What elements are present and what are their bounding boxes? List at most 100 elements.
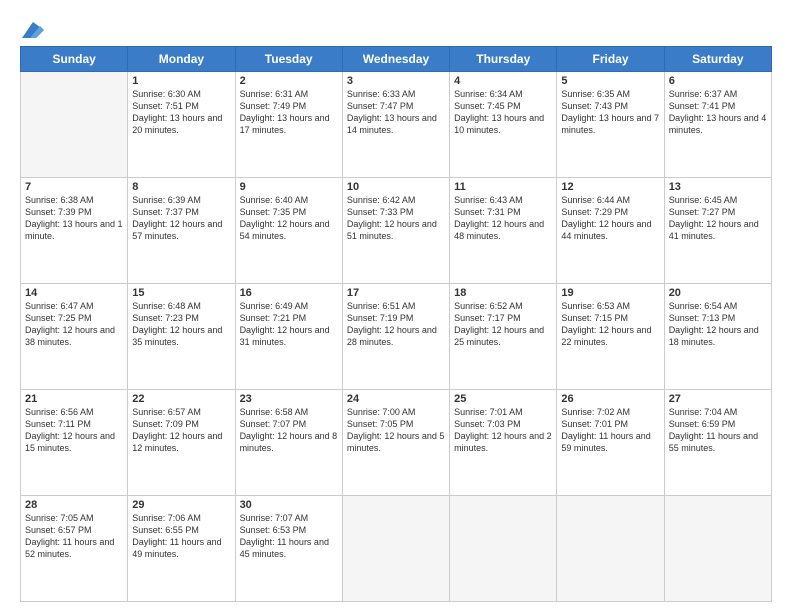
calendar-cell: 14Sunrise: 6:47 AMSunset: 7:25 PMDayligh…	[21, 284, 128, 390]
calendar-cell: 20Sunrise: 6:54 AMSunset: 7:13 PMDayligh…	[664, 284, 771, 390]
cell-details: Sunrise: 6:44 AMSunset: 7:29 PMDaylight:…	[561, 194, 659, 243]
day-number: 29	[132, 499, 230, 511]
cell-details: Sunrise: 6:43 AMSunset: 7:31 PMDaylight:…	[454, 194, 552, 243]
cell-details: Sunrise: 6:42 AMSunset: 7:33 PMDaylight:…	[347, 194, 445, 243]
cell-details: Sunrise: 6:33 AMSunset: 7:47 PMDaylight:…	[347, 88, 445, 137]
day-number: 20	[669, 287, 767, 299]
cell-details: Sunrise: 6:38 AMSunset: 7:39 PMDaylight:…	[25, 194, 123, 243]
cell-details: Sunrise: 6:40 AMSunset: 7:35 PMDaylight:…	[240, 194, 338, 243]
day-number: 5	[561, 75, 659, 87]
day-number: 22	[132, 393, 230, 405]
weekday-header: Friday	[557, 47, 664, 72]
weekday-header: Tuesday	[235, 47, 342, 72]
calendar-cell	[664, 496, 771, 602]
day-number: 8	[132, 181, 230, 193]
day-number: 2	[240, 75, 338, 87]
calendar-week-row: 14Sunrise: 6:47 AMSunset: 7:25 PMDayligh…	[21, 284, 772, 390]
day-number: 11	[454, 181, 552, 193]
calendar-cell: 17Sunrise: 6:51 AMSunset: 7:19 PMDayligh…	[342, 284, 449, 390]
cell-details: Sunrise: 6:35 AMSunset: 7:43 PMDaylight:…	[561, 88, 659, 137]
weekday-header: Wednesday	[342, 47, 449, 72]
cell-details: Sunrise: 6:30 AMSunset: 7:51 PMDaylight:…	[132, 88, 230, 137]
weekday-header: Sunday	[21, 47, 128, 72]
cell-details: Sunrise: 7:05 AMSunset: 6:57 PMDaylight:…	[25, 512, 123, 561]
day-number: 15	[132, 287, 230, 299]
calendar-cell: 29Sunrise: 7:06 AMSunset: 6:55 PMDayligh…	[128, 496, 235, 602]
cell-details: Sunrise: 6:56 AMSunset: 7:11 PMDaylight:…	[25, 406, 123, 455]
cell-details: Sunrise: 6:34 AMSunset: 7:45 PMDaylight:…	[454, 88, 552, 137]
day-number: 16	[240, 287, 338, 299]
cell-details: Sunrise: 7:04 AMSunset: 6:59 PMDaylight:…	[669, 406, 767, 455]
calendar-cell: 30Sunrise: 7:07 AMSunset: 6:53 PMDayligh…	[235, 496, 342, 602]
logo-icon	[22, 22, 44, 38]
day-number: 27	[669, 393, 767, 405]
calendar-cell: 13Sunrise: 6:45 AMSunset: 7:27 PMDayligh…	[664, 178, 771, 284]
calendar-cell	[21, 72, 128, 178]
calendar-cell: 18Sunrise: 6:52 AMSunset: 7:17 PMDayligh…	[450, 284, 557, 390]
day-number: 14	[25, 287, 123, 299]
calendar-cell: 10Sunrise: 6:42 AMSunset: 7:33 PMDayligh…	[342, 178, 449, 284]
calendar-cell: 28Sunrise: 7:05 AMSunset: 6:57 PMDayligh…	[21, 496, 128, 602]
calendar-cell: 9Sunrise: 6:40 AMSunset: 7:35 PMDaylight…	[235, 178, 342, 284]
calendar-cell: 24Sunrise: 7:00 AMSunset: 7:05 PMDayligh…	[342, 390, 449, 496]
day-number: 25	[454, 393, 552, 405]
day-number: 1	[132, 75, 230, 87]
logo	[20, 22, 44, 38]
calendar-cell	[450, 496, 557, 602]
calendar-cell: 26Sunrise: 7:02 AMSunset: 7:01 PMDayligh…	[557, 390, 664, 496]
calendar-cell	[557, 496, 664, 602]
calendar-cell: 12Sunrise: 6:44 AMSunset: 7:29 PMDayligh…	[557, 178, 664, 284]
day-number: 4	[454, 75, 552, 87]
day-number: 9	[240, 181, 338, 193]
page: SundayMondayTuesdayWednesdayThursdayFrid…	[0, 0, 792, 612]
day-number: 6	[669, 75, 767, 87]
day-number: 26	[561, 393, 659, 405]
cell-details: Sunrise: 6:54 AMSunset: 7:13 PMDaylight:…	[669, 300, 767, 349]
cell-details: Sunrise: 6:48 AMSunset: 7:23 PMDaylight:…	[132, 300, 230, 349]
cell-details: Sunrise: 6:47 AMSunset: 7:25 PMDaylight:…	[25, 300, 123, 349]
cell-details: Sunrise: 7:06 AMSunset: 6:55 PMDaylight:…	[132, 512, 230, 561]
cell-details: Sunrise: 6:58 AMSunset: 7:07 PMDaylight:…	[240, 406, 338, 455]
day-number: 23	[240, 393, 338, 405]
day-number: 24	[347, 393, 445, 405]
cell-details: Sunrise: 6:45 AMSunset: 7:27 PMDaylight:…	[669, 194, 767, 243]
calendar-cell: 27Sunrise: 7:04 AMSunset: 6:59 PMDayligh…	[664, 390, 771, 496]
calendar-week-row: 7Sunrise: 6:38 AMSunset: 7:39 PMDaylight…	[21, 178, 772, 284]
day-number: 30	[240, 499, 338, 511]
day-number: 3	[347, 75, 445, 87]
cell-details: Sunrise: 7:00 AMSunset: 7:05 PMDaylight:…	[347, 406, 445, 455]
calendar-week-row: 28Sunrise: 7:05 AMSunset: 6:57 PMDayligh…	[21, 496, 772, 602]
day-number: 10	[347, 181, 445, 193]
cell-details: Sunrise: 6:51 AMSunset: 7:19 PMDaylight:…	[347, 300, 445, 349]
calendar-cell: 22Sunrise: 6:57 AMSunset: 7:09 PMDayligh…	[128, 390, 235, 496]
calendar-week-row: 1Sunrise: 6:30 AMSunset: 7:51 PMDaylight…	[21, 72, 772, 178]
calendar-cell: 23Sunrise: 6:58 AMSunset: 7:07 PMDayligh…	[235, 390, 342, 496]
day-number: 28	[25, 499, 123, 511]
calendar-week-row: 21Sunrise: 6:56 AMSunset: 7:11 PMDayligh…	[21, 390, 772, 496]
calendar-cell: 5Sunrise: 6:35 AMSunset: 7:43 PMDaylight…	[557, 72, 664, 178]
cell-details: Sunrise: 7:07 AMSunset: 6:53 PMDaylight:…	[240, 512, 338, 561]
calendar-cell: 7Sunrise: 6:38 AMSunset: 7:39 PMDaylight…	[21, 178, 128, 284]
calendar-cell: 1Sunrise: 6:30 AMSunset: 7:51 PMDaylight…	[128, 72, 235, 178]
weekday-header: Thursday	[450, 47, 557, 72]
cell-details: Sunrise: 7:02 AMSunset: 7:01 PMDaylight:…	[561, 406, 659, 455]
day-number: 12	[561, 181, 659, 193]
day-number: 18	[454, 287, 552, 299]
cell-details: Sunrise: 6:52 AMSunset: 7:17 PMDaylight:…	[454, 300, 552, 349]
calendar-cell: 8Sunrise: 6:39 AMSunset: 7:37 PMDaylight…	[128, 178, 235, 284]
cell-details: Sunrise: 6:39 AMSunset: 7:37 PMDaylight:…	[132, 194, 230, 243]
day-number: 19	[561, 287, 659, 299]
calendar-cell: 19Sunrise: 6:53 AMSunset: 7:15 PMDayligh…	[557, 284, 664, 390]
calendar-cell: 4Sunrise: 6:34 AMSunset: 7:45 PMDaylight…	[450, 72, 557, 178]
calendar-table: SundayMondayTuesdayWednesdayThursdayFrid…	[20, 46, 772, 602]
weekday-header: Saturday	[664, 47, 771, 72]
calendar-cell: 6Sunrise: 6:37 AMSunset: 7:41 PMDaylight…	[664, 72, 771, 178]
day-number: 13	[669, 181, 767, 193]
cell-details: Sunrise: 6:31 AMSunset: 7:49 PMDaylight:…	[240, 88, 338, 137]
cell-details: Sunrise: 7:01 AMSunset: 7:03 PMDaylight:…	[454, 406, 552, 455]
calendar-header-row: SundayMondayTuesdayWednesdayThursdayFrid…	[21, 47, 772, 72]
cell-details: Sunrise: 6:57 AMSunset: 7:09 PMDaylight:…	[132, 406, 230, 455]
day-number: 21	[25, 393, 123, 405]
cell-details: Sunrise: 6:53 AMSunset: 7:15 PMDaylight:…	[561, 300, 659, 349]
calendar-cell: 11Sunrise: 6:43 AMSunset: 7:31 PMDayligh…	[450, 178, 557, 284]
